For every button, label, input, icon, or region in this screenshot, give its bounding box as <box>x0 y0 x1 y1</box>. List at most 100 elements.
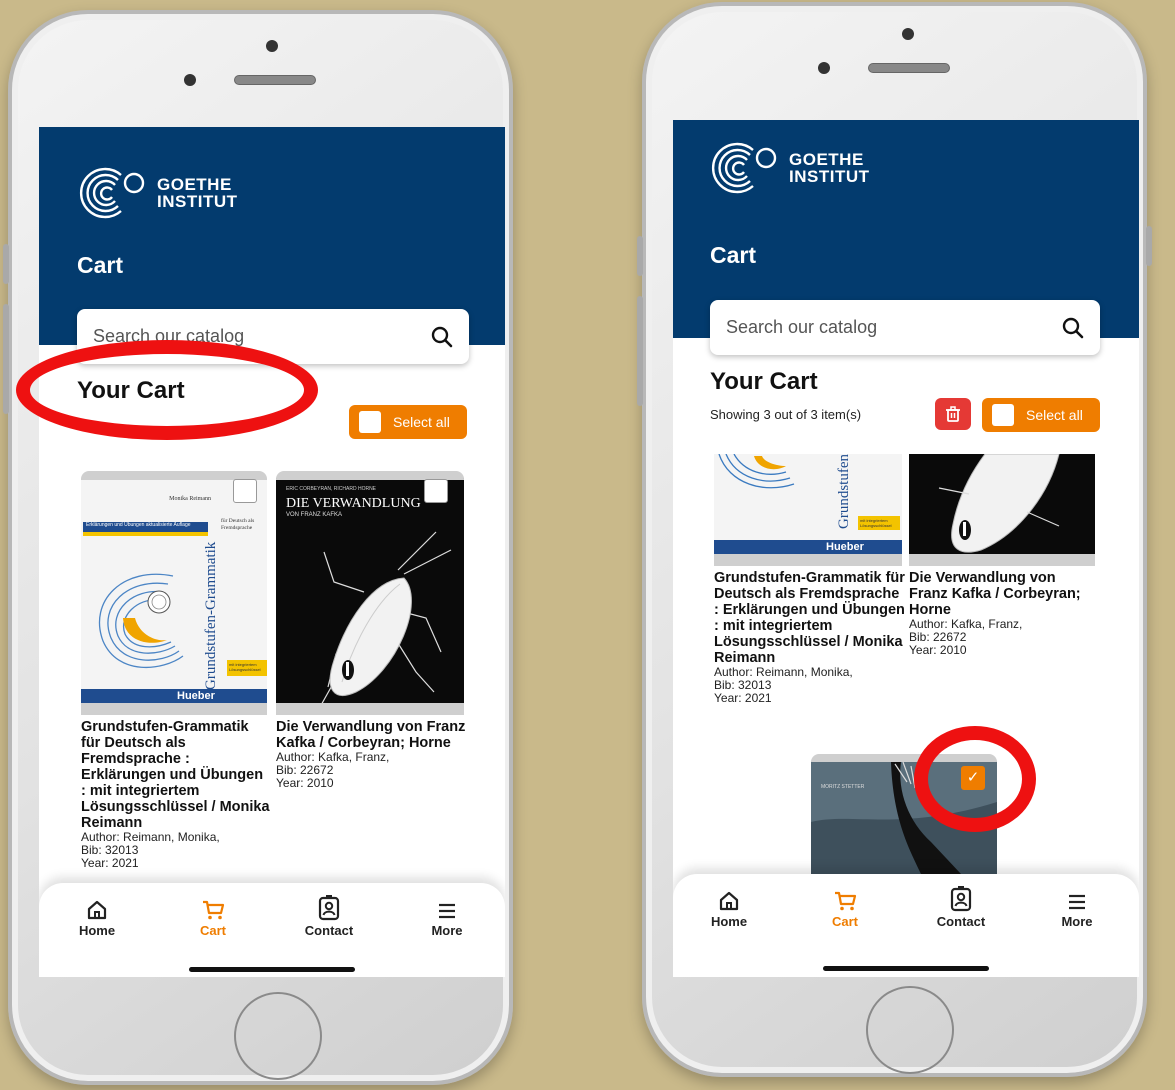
cover-spine-title: Grundstufen-Grammatik <box>836 454 852 529</box>
book-year: Year: 2010 <box>276 776 334 790</box>
goethe-logo: GOETHE INSTITUT <box>709 142 870 194</box>
book-info: Die Verwandlung von Franz Kafka / Corbey… <box>909 570 1095 657</box>
cover-swirl-art <box>98 573 184 669</box>
book-cover[interactable]: Grundstufen-Grammatik mit integriertem L… <box>714 454 902 566</box>
earpiece-speaker <box>868 63 950 73</box>
phone-frame-right: GOETHE INSTITUT Cart Search our catalog … <box>637 2 1152 1077</box>
book-year: Year: 2021 <box>81 856 139 870</box>
logo-text-line2: INSTITUT <box>157 192 238 211</box>
cart-heading: Your Cart <box>710 368 818 395</box>
volume-button <box>3 304 9 414</box>
home-icon <box>719 891 739 911</box>
bottom-tab-bar: Home Cart Contact More <box>39 883 505 977</box>
cover-subtitle: für Deutsch als Fremdsprache <box>221 518 255 531</box>
cockroach-illustration <box>938 454 1060 553</box>
cover-sticker: mit integriertem Lösungsschlüssel <box>858 516 900 530</box>
book-info: Grundstufen-Grammatik für Deutsch als Fr… <box>81 719 271 870</box>
cover-spine-title: Grundstufen-Grammatik <box>203 541 219 690</box>
tab-cart-label: Cart <box>199 923 226 938</box>
power-button <box>1146 226 1152 266</box>
cover-publisher: Hueber <box>714 540 902 554</box>
tab-more-label: More <box>1061 914 1093 929</box>
front-camera <box>902 28 914 40</box>
search-input[interactable]: Search our catalog <box>726 317 1062 338</box>
select-all-button[interactable]: Select all <box>982 398 1100 432</box>
book-info: Grundstufen-Grammatik für Deutsch als Fr… <box>714 570 908 705</box>
bottom-tab-bar: Home Cart Contact More <box>673 874 1139 977</box>
book-card[interactable]: Grundstufen-Grammatik mit integriertem L… <box>714 454 905 754</box>
book-year: Year: 2010 <box>909 643 967 657</box>
trash-icon <box>946 406 960 422</box>
select-all-checkbox[interactable] <box>359 411 381 433</box>
home-indicator <box>189 967 355 972</box>
book-cover[interactable] <box>909 454 1095 566</box>
item-count-text: Showing 3 out of 3 item(s) <box>710 407 862 422</box>
book-title[interactable]: Die Verwandlung von Franz Kafka / Corbey… <box>909 570 1081 618</box>
book-select-checkbox[interactable] <box>233 479 257 503</box>
tab-more[interactable]: More <box>1037 892 1117 929</box>
tab-cart[interactable]: Cart <box>173 899 253 938</box>
highlight-annotation-your-cart <box>16 340 318 440</box>
book-title[interactable]: Die Verwandlung von Franz Kafka / Corbey… <box>276 719 465 751</box>
volume-button <box>637 236 643 276</box>
search-icon[interactable] <box>431 326 453 348</box>
search-bar[interactable]: Search our catalog <box>710 300 1100 355</box>
home-button[interactable] <box>866 986 954 1074</box>
screen-left: GOETHE INSTITUT Cart Search our catalog … <box>39 127 505 977</box>
menu-icon <box>1069 894 1085 910</box>
tab-home-label: Home <box>710 914 748 929</box>
goethe-logo-icon <box>712 142 777 194</box>
cover-title: DIE VERWANDLUNG <box>286 496 421 511</box>
screen-right: GOETHE INSTITUT Cart Search our catalog … <box>673 120 1139 977</box>
menu-icon <box>439 903 455 919</box>
book-card[interactable]: Die Verwandlung von Franz Kafka / Corbey… <box>909 454 1099 674</box>
logo-text-line1: GOETHE <box>789 150 864 169</box>
select-all-checkbox[interactable] <box>992 404 1014 426</box>
cart-icon <box>835 891 857 911</box>
logo-text-line2: INSTITUT <box>789 167 870 186</box>
delete-selected-button[interactable] <box>935 398 971 430</box>
tab-contact[interactable]: Contact <box>289 895 369 938</box>
search-icon[interactable] <box>1062 317 1084 339</box>
book-cover[interactable]: ERIC CORBEYRAN, RICHARD HORNE DIE VERWAN… <box>276 471 464 715</box>
tab-home[interactable]: Home <box>57 899 137 938</box>
home-indicator <box>823 966 989 971</box>
select-all-button[interactable]: Select all <box>349 405 467 439</box>
earpiece-speaker <box>234 75 316 85</box>
cart-icon <box>203 900 225 920</box>
front-camera <box>266 40 278 52</box>
volume-button <box>637 296 643 406</box>
contact-icon <box>950 886 972 912</box>
cover-swirl-art <box>718 454 795 489</box>
tab-more[interactable]: More <box>407 901 487 938</box>
book-year: Year: 2021 <box>714 691 772 705</box>
contact-icon <box>318 895 340 921</box>
book-card[interactable]: Monika Reimann für Deutsch als Fremdspra… <box>81 471 271 881</box>
cover-top-text: ERIC CORBEYRAN, RICHARD HORNE <box>286 486 377 492</box>
tab-home[interactable]: Home <box>689 890 769 929</box>
logo-text-line1: GOETHE <box>157 175 232 194</box>
cover-publisher: Hueber <box>81 689 267 703</box>
tab-home-label: Home <box>78 923 116 938</box>
book-title[interactable]: Grundstufen-Grammatik für Deutsch als Fr… <box>714 570 905 666</box>
select-all-label: Select all <box>1026 407 1083 423</box>
book-cover[interactable]: Monika Reimann für Deutsch als Fremdspra… <box>81 471 267 715</box>
highlight-annotation-checkbox <box>914 726 1036 832</box>
volume-button <box>3 244 9 284</box>
cover-band: Erklärungen und Übungen aktualisierte Au… <box>83 522 208 536</box>
page-title: Cart <box>77 252 124 278</box>
front-camera <box>184 74 196 86</box>
tab-contact[interactable]: Contact <box>921 886 1001 929</box>
cover-author: Monika Reimann <box>169 496 211 502</box>
home-button[interactable] <box>234 992 322 1080</box>
select-all-label: Select all <box>393 414 450 430</box>
book-card[interactable]: ERIC CORBEYRAN, RICHARD HORNE DIE VERWAN… <box>276 471 466 821</box>
book-select-checkbox[interactable] <box>424 479 448 503</box>
tab-cart[interactable]: Cart <box>805 890 885 929</box>
goethe-logo: GOETHE INSTITUT <box>77 167 238 219</box>
book-title[interactable]: Grundstufen-Grammatik für Deutsch als Fr… <box>81 719 270 831</box>
cover-subtitle: VON FRANZ KAFKA <box>286 512 343 518</box>
home-icon <box>87 900 107 920</box>
front-camera <box>818 62 830 74</box>
book-info: Die Verwandlung von Franz Kafka / Corbey… <box>276 719 466 790</box>
